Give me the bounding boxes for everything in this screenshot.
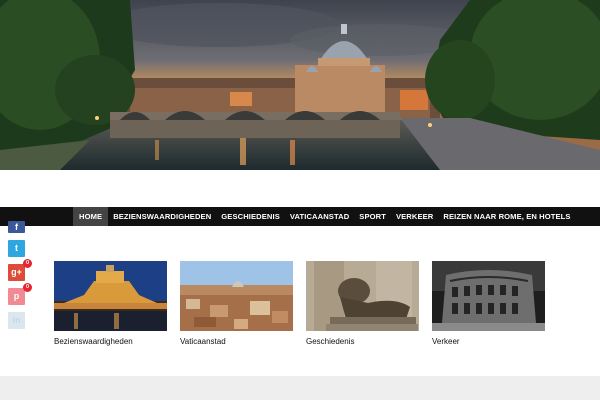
card-title[interactable]: Verkeer bbox=[432, 337, 545, 346]
nav-item-bezienswaardigheden[interactable]: BEZIENSWAARDIGHEDEN bbox=[108, 207, 216, 226]
google-plus-share-button[interactable]: g+ 0 bbox=[8, 259, 32, 281]
nav-item-reizen[interactable]: REIZEN NAAR ROME, EN HOTELS bbox=[438, 207, 575, 226]
twitter-icon: t bbox=[15, 243, 18, 253]
footer-strip bbox=[0, 376, 600, 400]
facebook-icon: f bbox=[15, 222, 18, 232]
linkedin-share-button[interactable]: in bbox=[8, 312, 25, 329]
share-count-badge: 0 bbox=[23, 259, 32, 268]
card-title[interactable]: Vaticaanstad bbox=[180, 337, 293, 346]
card-image-lion-statue[interactable] bbox=[306, 261, 419, 331]
page: HOME BEZIENSWAARDIGHEDEN GESCHIEDENIS VA… bbox=[0, 0, 600, 400]
nav-item-sport[interactable]: SPORT bbox=[354, 207, 391, 226]
main-nav: HOME BEZIENSWAARDIGHEDEN GESCHIEDENIS VA… bbox=[0, 207, 600, 226]
card-title[interactable]: Bezienswaardigheden bbox=[54, 337, 167, 346]
card-verkeer[interactable]: Verkeer bbox=[432, 261, 545, 346]
hero-banner bbox=[0, 0, 600, 170]
twitter-share-button[interactable]: t bbox=[8, 240, 25, 257]
category-cards: Bezienswaardigheden Vaticaanstad Geschie… bbox=[54, 261, 554, 351]
card-geschiedenis[interactable]: Geschiedenis bbox=[306, 261, 419, 346]
pinterest-icon: p bbox=[13, 291, 20, 301]
card-image-rome-rooftops[interactable] bbox=[180, 261, 293, 331]
nav-item-vaticaanstad[interactable]: VATICAANSTAD bbox=[285, 207, 354, 226]
share-count-badge: 0 bbox=[23, 283, 32, 292]
pinterest-share-button[interactable]: p 0 bbox=[8, 283, 32, 305]
social-share-bar: f t g+ 0 p 0 in bbox=[8, 221, 32, 336]
facebook-share-button[interactable]: f bbox=[8, 221, 25, 233]
card-image-castel-sant-angelo[interactable] bbox=[54, 261, 167, 331]
google-plus-icon: g+ bbox=[11, 267, 22, 277]
card-bezienswaardigheden[interactable]: Bezienswaardigheden bbox=[54, 261, 167, 346]
linkedin-icon: in bbox=[12, 315, 21, 325]
main-nav-items: HOME BEZIENSWAARDIGHEDEN GESCHIEDENIS VA… bbox=[73, 207, 576, 226]
hero-image bbox=[0, 0, 600, 170]
nav-item-geschiedenis[interactable]: GESCHIEDENIS bbox=[216, 207, 285, 226]
nav-item-verkeer[interactable]: VERKEER bbox=[391, 207, 438, 226]
card-vaticaanstad[interactable]: Vaticaanstad bbox=[180, 261, 293, 346]
card-image-colosseum[interactable] bbox=[432, 261, 545, 331]
nav-item-home[interactable]: HOME bbox=[73, 207, 109, 226]
card-title[interactable]: Geschiedenis bbox=[306, 337, 419, 346]
